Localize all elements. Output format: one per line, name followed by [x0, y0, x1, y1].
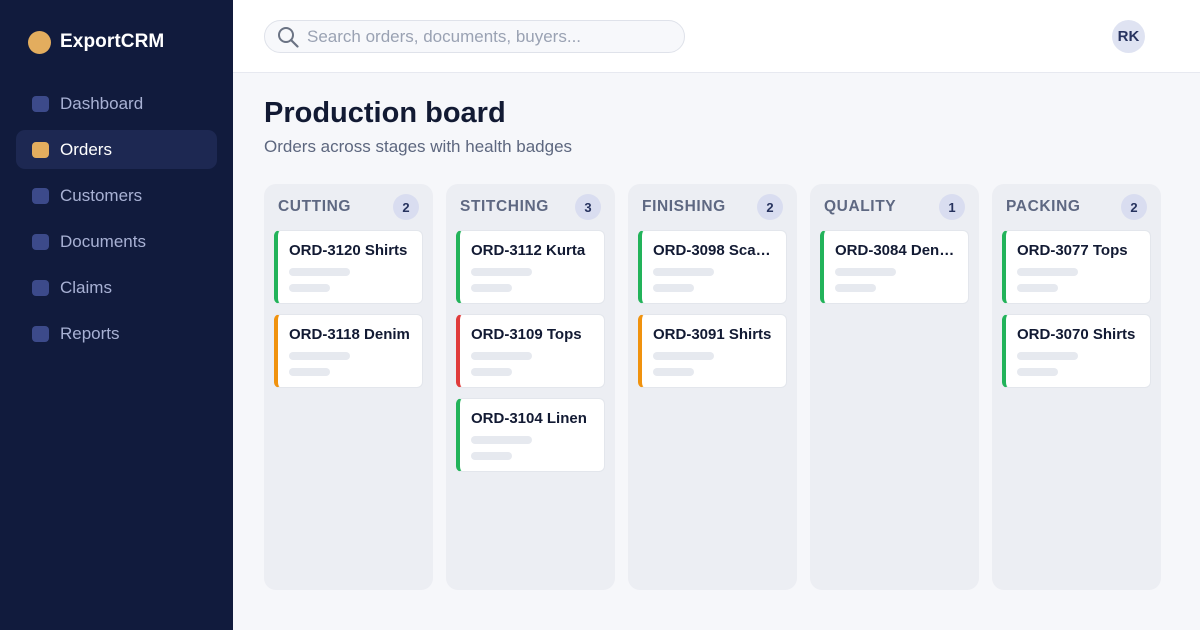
column-stitching: STITCHING 3 ORD-3112 Kurta ORD-3109 Tops…	[446, 184, 615, 590]
placeholder-line	[471, 452, 512, 460]
placeholder-line	[471, 268, 532, 276]
count-badge: 2	[1121, 194, 1147, 220]
search-input[interactable]	[307, 26, 667, 47]
sidebar-item-customers[interactable]: Customers	[16, 176, 217, 215]
page-title: Production board	[264, 97, 506, 129]
search-box[interactable]	[264, 20, 685, 53]
order-card[interactable]: ORD-3084 Denim	[820, 230, 969, 304]
app-name: ExportCRM	[60, 31, 165, 52]
column-title: QUALITY	[824, 198, 897, 215]
avatar[interactable]: RK	[1112, 20, 1145, 53]
placeholder-line	[289, 284, 330, 292]
placeholder-line	[653, 268, 714, 276]
documents-icon	[32, 233, 49, 250]
count-badge: 1	[939, 194, 965, 220]
sidebar-item-label: Claims	[60, 277, 112, 297]
topbar: RK	[233, 0, 1200, 73]
order-card[interactable]: ORD-3077 Tops	[1002, 230, 1151, 304]
order-title: ORD-3104 Linen	[471, 410, 587, 427]
page-subtitle: Orders across stages with health badges	[264, 137, 573, 156]
reports-icon	[32, 325, 49, 342]
placeholder-line	[471, 368, 512, 376]
order-card[interactable]: ORD-3112 Kurta	[456, 230, 605, 304]
order-title: ORD-3098 Scarves	[653, 242, 774, 259]
production-board: CUTTING 2 ORD-3120 Shirts ORD-3118 Denim…	[264, 184, 1161, 590]
order-title: ORD-3084 Denim	[835, 242, 956, 259]
order-card[interactable]: ORD-3091 Shirts	[638, 314, 787, 388]
brand[interactable]: ExportCRM	[28, 30, 164, 54]
count-badge: 2	[757, 194, 783, 220]
order-card[interactable]: ORD-3104 Linen	[456, 398, 605, 472]
orders-icon	[32, 141, 49, 158]
order-card[interactable]: ORD-3098 Scarves	[638, 230, 787, 304]
card-list: ORD-3077 Tops ORD-3070 Shirts	[992, 230, 1161, 388]
order-card[interactable]: ORD-3070 Shirts	[1002, 314, 1151, 388]
sidebar: ExportCRM Dashboard Orders Customers Doc…	[0, 0, 233, 630]
column-title: FINISHING	[642, 198, 726, 215]
card-list: ORD-3084 Denim	[810, 230, 979, 304]
sidebar-item-label: Orders	[60, 139, 112, 159]
placeholder-line	[1017, 268, 1078, 276]
sidebar-item-documents[interactable]: Documents	[16, 222, 217, 261]
column-title: PACKING	[1006, 198, 1081, 215]
logo-icon	[28, 30, 51, 54]
placeholder-line	[835, 268, 896, 276]
sidebar-item-label: Customers	[60, 185, 143, 205]
column-header: CUTTING 2	[264, 184, 433, 230]
placeholder-line	[653, 368, 694, 376]
claims-icon	[32, 279, 49, 296]
dashboard-icon	[32, 95, 49, 112]
order-title: ORD-3120 Shirts	[289, 242, 408, 259]
column-title: STITCHING	[460, 198, 549, 215]
sidebar-item-reports[interactable]: Reports	[16, 314, 217, 353]
order-card[interactable]: ORD-3120 Shirts	[274, 230, 423, 304]
count-badge: 2	[393, 194, 419, 220]
order-title: ORD-3112 Kurta	[471, 242, 586, 259]
sidebar-item-orders[interactable]: Orders	[16, 130, 217, 169]
column-cutting: CUTTING 2 ORD-3120 Shirts ORD-3118 Denim	[264, 184, 433, 590]
placeholder-line	[653, 352, 714, 360]
order-title: ORD-3077 Tops	[1017, 242, 1128, 259]
search-icon	[278, 26, 299, 48]
order-card[interactable]: ORD-3118 Denim	[274, 314, 423, 388]
placeholder-line	[289, 352, 350, 360]
placeholder-line	[653, 284, 694, 292]
column-header: STITCHING 3	[446, 184, 615, 230]
card-list: ORD-3120 Shirts ORD-3118 Denim	[264, 230, 433, 388]
placeholder-line	[835, 284, 876, 292]
sidebar-item-label: Reports	[60, 323, 120, 343]
column-header: PACKING 2	[992, 184, 1161, 230]
placeholder-line	[289, 368, 330, 376]
order-title: ORD-3070 Shirts	[1017, 326, 1136, 343]
sidebar-nav: Dashboard Orders Customers Documents Cla…	[16, 84, 217, 360]
placeholder-line	[471, 284, 512, 292]
order-title: ORD-3091 Shirts	[653, 326, 772, 343]
placeholder-line	[1017, 284, 1058, 292]
count-badge: 3	[575, 194, 601, 220]
column-header: FINISHING 2	[628, 184, 797, 230]
column-packing: PACKING 2 ORD-3077 Tops ORD-3070 Shirts	[992, 184, 1161, 590]
placeholder-line	[1017, 352, 1078, 360]
placeholder-line	[289, 268, 350, 276]
order-title: ORD-3118 Denim	[289, 326, 410, 343]
column-title: CUTTING	[278, 198, 352, 215]
sidebar-item-label: Dashboard	[60, 93, 144, 113]
card-list: ORD-3112 Kurta ORD-3109 Tops ORD-3104 Li…	[446, 230, 615, 472]
order-title: ORD-3109 Tops	[471, 326, 582, 343]
column-finishing: FINISHING 2 ORD-3098 Scarves ORD-3091 Sh…	[628, 184, 797, 590]
sidebar-item-dashboard[interactable]: Dashboard	[16, 84, 217, 123]
card-list: ORD-3098 Scarves ORD-3091 Shirts	[628, 230, 797, 388]
order-card[interactable]: ORD-3109 Tops	[456, 314, 605, 388]
column-quality: QUALITY 1 ORD-3084 Denim	[810, 184, 979, 590]
placeholder-line	[471, 436, 532, 444]
column-header: QUALITY 1	[810, 184, 979, 230]
customers-icon	[32, 187, 49, 204]
sidebar-item-claims[interactable]: Claims	[16, 268, 217, 307]
sidebar-item-label: Documents	[60, 231, 146, 251]
placeholder-line	[471, 352, 532, 360]
placeholder-line	[1017, 368, 1058, 376]
